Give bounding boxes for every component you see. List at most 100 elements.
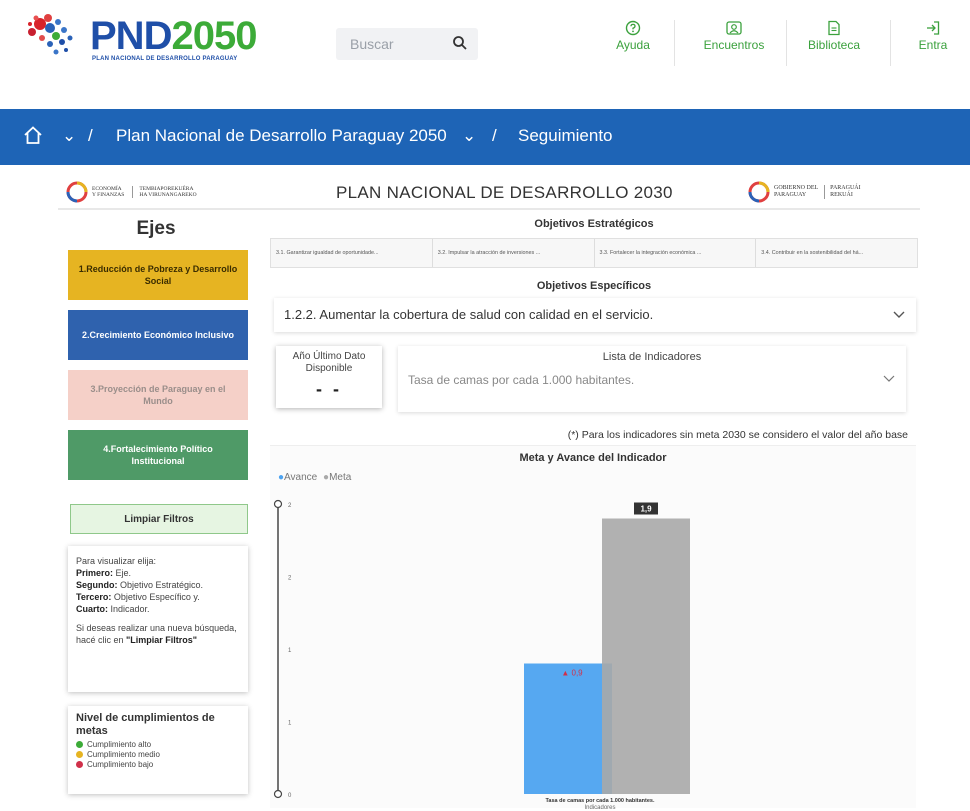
y-tick-label: 1	[288, 721, 292, 727]
government-logo: GOBIERNO DEL PARAGUAY PARAGUÁI REKUÁI	[748, 181, 861, 203]
indicadores-label: Lista de Indicadores	[602, 351, 702, 363]
data-label-avance: ▲ 0,9	[561, 669, 583, 678]
chevron-down-icon[interactable]	[882, 371, 896, 390]
nav-entra[interactable]: Entra	[910, 20, 956, 52]
data-label-meta: 1,9	[640, 505, 652, 514]
legend-item-medium: Cumplimiento medio	[76, 750, 240, 759]
nav-encuentros[interactable]: Encuentros	[696, 20, 772, 52]
chevron-down-icon[interactable]: ⌄	[462, 126, 476, 146]
pnd-logo-icon[interactable]	[26, 12, 88, 64]
government-logo-line: PARAGUÁI	[830, 185, 861, 192]
breadcrumb-separator: /	[492, 126, 497, 145]
ano-ultimo-dato-value: - -	[316, 379, 342, 399]
legend-title: Nivel de cumplimientos de metas	[76, 712, 215, 737]
instruction-step: Segundo: Objetivo Estratégico.	[76, 579, 204, 590]
axis-handle-top-icon	[273, 499, 283, 509]
search-icon[interactable]	[452, 35, 468, 51]
instruction-step: Primero: Eje.	[76, 567, 132, 578]
indicador-value: Tasa de camas por cada 1.000 habitantes.	[408, 373, 635, 387]
legend-item-high: Cumplimiento alto	[76, 740, 240, 749]
breadcrumb-separator: /	[88, 126, 93, 145]
encuentros-icon	[726, 21, 742, 35]
eje-label: 4.Fortalecimiento Político Institucional	[103, 443, 213, 466]
logo-subtitle: PLAN NACIONAL DE DESARROLLO PARAGUAY	[92, 56, 238, 62]
compliance-legend: Nivel de cumplimientos de metas Cumplimi…	[68, 706, 248, 794]
eje-button-1[interactable]: 1.Reducción de Pobreza y Desarrollo Soci…	[68, 250, 248, 300]
legend-item-low: Cumplimiento bajo	[76, 760, 240, 769]
top-navigation-bar: PND2050 PLAN NACIONAL DE DESARROLLO PARA…	[0, 0, 970, 110]
government-seal-icon	[748, 181, 770, 203]
x-category-label: Tasa de camas por cada 1.000 habitantes.	[545, 798, 655, 804]
nav-divider	[786, 20, 787, 66]
home-icon[interactable]	[22, 124, 44, 151]
breadcrumb-item-seguimiento[interactable]: Seguimiento	[518, 126, 613, 146]
eje-button-4[interactable]: 4.Fortalecimiento Político Institucional	[68, 430, 248, 480]
search-input[interactable]: Buscar	[336, 28, 478, 60]
nav-ayuda[interactable]: Ayuda	[608, 20, 658, 52]
eje-label: 3.Proyección de Paraguay en el Mundo	[90, 383, 226, 406]
meta-note: (*) Para los indicadores sin meta 2030 s…	[567, 429, 908, 441]
chart-plot: 0 1 1 2 2 ▲ 0,9 1,9 Tasa de camas por cada 1.00…	[273, 499, 690, 809]
instructions-intro: Para visualizar elija:	[76, 556, 157, 566]
government-logo-line: GOBIERNO DEL	[774, 185, 819, 192]
login-icon	[927, 21, 940, 35]
report-header: ECONOMÍA Y FINANZAS TEMBIAPOREKUÉRA HA V…	[58, 172, 920, 210]
breadcrumb: ⌄ / Plan Nacional de Desarrollo Paraguay…	[0, 109, 970, 165]
search-placeholder: Buscar	[350, 36, 394, 52]
chevron-down-icon[interactable]: ⌄	[62, 126, 76, 146]
ano-ultimo-dato-label: Año Último Dato Disponible	[292, 351, 366, 374]
yellow-dot-icon	[76, 751, 83, 759]
chevron-down-icon[interactable]	[892, 307, 906, 326]
ano-ultimo-dato-card: Año Último Dato Disponible - -	[276, 346, 382, 408]
instructions-box: Para visualizar elija: Primero: Eje. Seg…	[68, 546, 248, 692]
objetivos-estrategicos-title: Objetivos Estratégicos	[534, 218, 654, 230]
axis-handle-bottom-icon	[273, 789, 283, 799]
nav-divider	[674, 20, 675, 66]
objetivo-estrategico-tab[interactable]: 3.3. Fortalecer la integración económica…	[595, 239, 757, 267]
government-logo-line: PARAGUAY	[774, 192, 807, 198]
objetivo-estrategico-tab[interactable]: 3.2. Impulsar la atracción de inversione…	[433, 239, 595, 267]
y-tick-label: 1	[288, 648, 292, 654]
breadcrumb-item-plan[interactable]: Plan Nacional de Desarrollo Paraguay 205…	[116, 126, 447, 146]
ministry-logo-line: Y FINANZAS	[92, 192, 125, 198]
eje-label: 2.Crecimiento Económico Inclusivo	[81, 329, 235, 340]
y-tick-label: 2	[288, 503, 292, 509]
indicator-chart: Meta y Avance del Indicador ●Avance ●Met…	[270, 445, 916, 809]
nav-entra-label: Entra	[918, 38, 948, 52]
objetivo-estrategico-tab[interactable]: 3.1. Garantizar igualdad de oportunidade…	[271, 239, 433, 267]
logo-title[interactable]: PND2050	[90, 14, 257, 59]
nav-ayuda-label: Ayuda	[616, 38, 650, 52]
ministry-seal-icon	[66, 181, 88, 203]
instruction-step: Tercero: Objetivo Específico y.	[76, 591, 200, 602]
logo-number: 2050	[171, 14, 257, 58]
eje-label: 1.Reducción de Pobreza y Desarrollo Soci…	[78, 263, 238, 286]
eje-button-2[interactable]: 2.Crecimiento Económico Inclusivo	[68, 310, 248, 360]
nav-encuentros-label: Encuentros	[703, 38, 765, 52]
library-icon	[828, 20, 840, 36]
objetivo-estrategico-tab[interactable]: 3.4. Contribuir en la sostenibilidad del…	[756, 239, 917, 267]
legend-avance-label: Avance	[284, 472, 318, 483]
objetivos-estrategicos-tabs: 3.1. Garantizar igualdad de oportunidade…	[270, 238, 918, 268]
report-canvas: ECONOMÍA Y FINANZAS TEMBIAPOREKUÉRA HA V…	[58, 172, 920, 811]
government-logo-line: REKUÁI	[830, 192, 853, 198]
instruction-step: Cuarto: Indicador.	[76, 603, 150, 614]
red-dot-icon	[76, 761, 83, 769]
legend-meta-label: Meta	[329, 472, 352, 483]
ministry-logo: ECONOMÍA Y FINANZAS TEMBIAPOREKUÉRA HA V…	[66, 181, 197, 203]
y-tick-label: 2	[288, 576, 292, 582]
help-icon	[625, 20, 641, 36]
ejes-title: Ejes	[136, 218, 176, 239]
y-tick-label: 0	[288, 793, 292, 799]
objetivo-especifico-value: 1.2.2. Aumentar la cobertura de salud co…	[284, 307, 654, 322]
indicadores-dropdown[interactable]: Lista de Indicadores Tasa de camas por c…	[398, 346, 906, 412]
green-dot-icon	[76, 741, 83, 749]
objetivos-especificos-dropdown[interactable]: 1.2.2. Aumentar la cobertura de salud co…	[274, 298, 916, 332]
nav-biblioteca[interactable]: Biblioteca	[798, 20, 870, 52]
clear-filters-button[interactable]: Limpiar Filtros	[70, 504, 248, 534]
logo-prefix: PND	[90, 14, 172, 58]
bar-avance	[524, 663, 612, 794]
chart-legend: ●Avance ●Meta	[278, 472, 351, 483]
eje-button-3[interactable]: 3.Proyección de Paraguay en el Mundo	[68, 370, 248, 420]
chart-title: Meta y Avance del Indicador	[519, 452, 667, 464]
report-title: PLAN NACIONAL DE DESARROLLO 2030	[336, 183, 673, 202]
